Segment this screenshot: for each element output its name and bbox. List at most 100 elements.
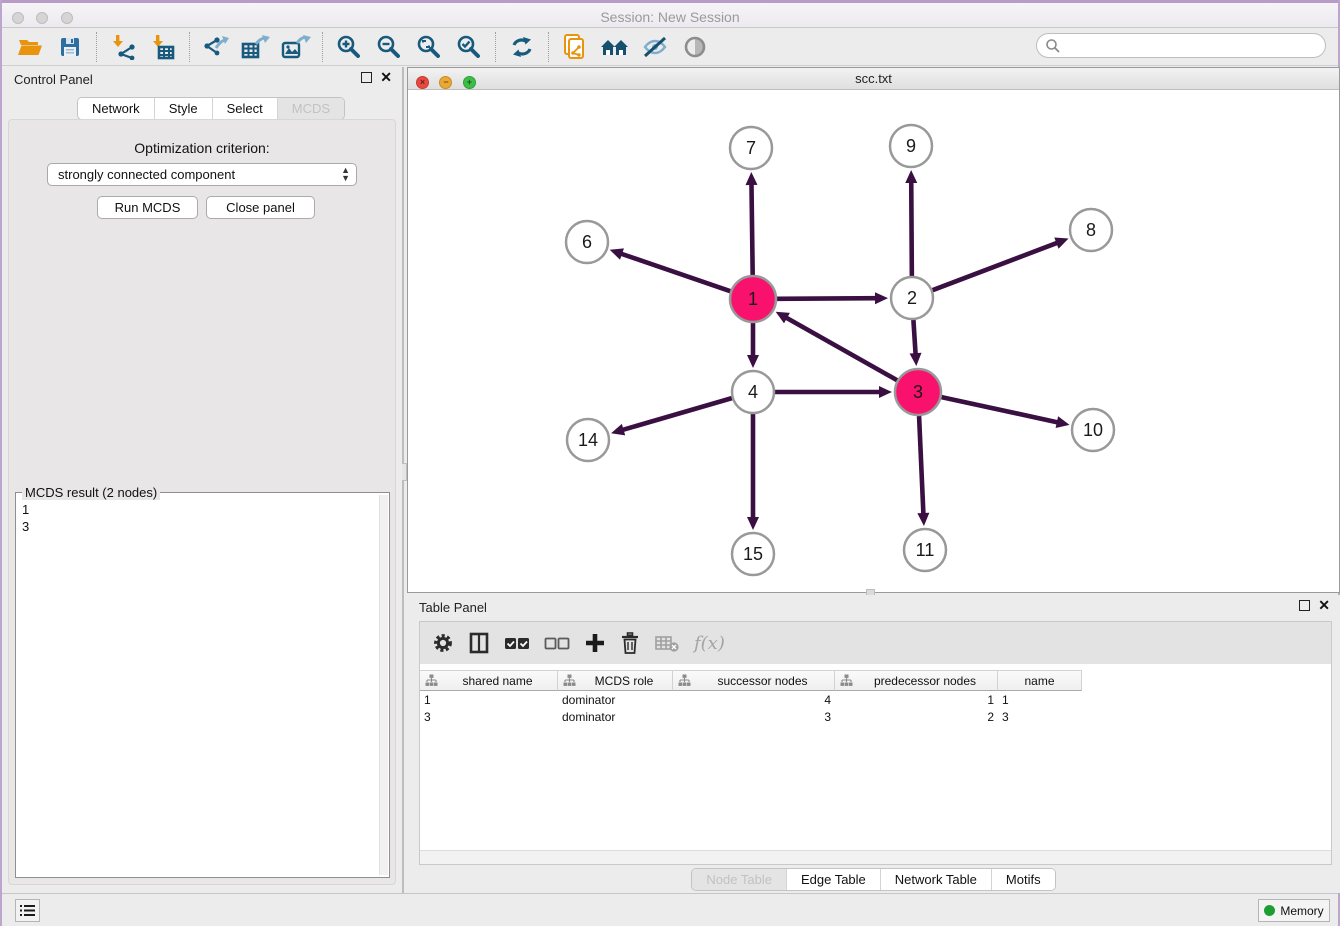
delete-table-button[interactable]	[654, 628, 680, 658]
import-table-icon	[149, 34, 177, 60]
tab-edge-table[interactable]: Edge Table	[787, 869, 881, 890]
close-panel-icon[interactable]: ✕	[1318, 600, 1330, 611]
refresh-view-button[interactable]	[502, 31, 542, 63]
zoom-selected-button[interactable]	[449, 31, 489, 63]
control-panel: Control Panel ✕ Network Style Select MCD…	[2, 67, 402, 893]
tab-node-table[interactable]: Node Table	[692, 869, 787, 890]
table-panel-title: Table Panel	[419, 600, 487, 615]
zoom-fit-button[interactable]	[409, 31, 449, 63]
table-row[interactable]: 1 dominator 4 1 1	[420, 691, 1331, 708]
table-panel: Table Panel ✕ f(x) sh	[407, 595, 1340, 893]
dropdown-value: strongly connected component	[58, 167, 235, 182]
column-header-name[interactable]: name	[998, 670, 1082, 691]
cell-successor-nodes: 3	[673, 710, 835, 724]
graph-edge-2-9[interactable]	[911, 181, 912, 276]
function-builder-button[interactable]: f(x)	[694, 628, 725, 658]
graph-edge-2-3[interactable]	[913, 320, 915, 355]
show-columns-button[interactable]	[468, 628, 490, 658]
float-panel-icon[interactable]	[361, 72, 372, 83]
search-icon	[1045, 38, 1061, 54]
cell-name: 1	[998, 693, 1082, 707]
graph-edge-2-8[interactable]	[933, 242, 1059, 290]
network-canvas[interactable]: 7968124314101511	[408, 90, 1339, 592]
table-row[interactable]: 3 dominator 3 2 3	[420, 708, 1331, 725]
add-column-button[interactable]	[584, 628, 606, 658]
search-box[interactable]	[1036, 33, 1326, 58]
toolbar-separator	[548, 32, 549, 62]
column-header-mcds-role[interactable]: MCDS role	[558, 670, 673, 691]
network-window-titlebar[interactable]: × − + scc.txt	[408, 68, 1339, 90]
eye-slash-icon	[641, 34, 669, 60]
optimization-criterion-select[interactable]: strongly connected component ▲▼	[47, 163, 357, 186]
tab-motifs[interactable]: Motifs	[992, 869, 1055, 890]
edge-arrowhead	[1056, 416, 1070, 428]
export-network-button[interactable]	[196, 31, 236, 63]
cell-name: 3	[998, 710, 1082, 724]
graph-edge-4-14[interactable]	[622, 398, 732, 430]
table-settings-button[interactable]	[432, 628, 454, 658]
graph-edge-3-10[interactable]	[941, 397, 1058, 422]
table-header-row: shared name MCDS role successor nodes pr…	[420, 670, 1331, 691]
network-window-title: scc.txt	[408, 71, 1339, 86]
hierarchy-icon	[678, 674, 691, 687]
zoom-fit-icon	[416, 34, 442, 60]
graph-node-label: 14	[578, 430, 598, 450]
table-horizontal-scrollbar[interactable]	[420, 850, 1331, 864]
save-session-button[interactable]	[50, 31, 90, 63]
open-session-button[interactable]	[10, 31, 50, 63]
edge-arrowhead	[875, 292, 888, 304]
tab-style[interactable]: Style	[155, 98, 213, 119]
zoom-in-icon	[336, 34, 362, 60]
tab-network-table[interactable]: Network Table	[881, 869, 992, 890]
hide-selected-button[interactable]	[635, 31, 675, 63]
graph-edge-1-7[interactable]	[751, 183, 752, 275]
graph-node-label: 8	[1086, 220, 1096, 240]
hierarchy-icon	[563, 674, 576, 687]
memory-button[interactable]: Memory	[1258, 899, 1330, 922]
graph-edge-1-6[interactable]	[620, 253, 730, 291]
export-image-button[interactable]	[276, 31, 316, 63]
show-all-button[interactable]	[675, 31, 715, 63]
result-scrollbar[interactable]	[379, 495, 388, 875]
search-input[interactable]	[1061, 36, 1325, 56]
float-panel-icon[interactable]	[1299, 600, 1310, 611]
export-table-button[interactable]	[236, 31, 276, 63]
close-panel-button[interactable]: Close panel	[206, 196, 315, 219]
status-bar: Memory	[2, 893, 1338, 926]
delete-column-button[interactable]	[620, 628, 640, 658]
memory-label: Memory	[1280, 904, 1323, 918]
zoom-in-button[interactable]	[329, 31, 369, 63]
deselect-all-button[interactable]	[544, 628, 570, 658]
tab-select[interactable]: Select	[213, 98, 278, 119]
edge-arrowhead	[611, 424, 625, 436]
graph-node-label: 6	[582, 232, 592, 252]
column-header-predecessor-nodes[interactable]: predecessor nodes	[835, 670, 998, 691]
hierarchy-icon	[840, 674, 853, 687]
network-view-window: × − + scc.txt 7968124314101511	[407, 67, 1340, 593]
select-all-button[interactable]	[504, 628, 530, 658]
mcds-result-box: MCDS result (2 nodes) 1 3	[15, 492, 390, 878]
close-panel-icon[interactable]: ✕	[380, 72, 392, 83]
table-panel-header: Table Panel ✕	[407, 595, 1340, 621]
duplicate-network-button[interactable]	[555, 31, 595, 63]
toolbar-separator	[96, 32, 97, 62]
graph-node-label: 11	[916, 540, 935, 560]
open-folder-icon	[17, 35, 43, 59]
table-toolbar: f(x)	[420, 622, 1331, 664]
edge-arrowhead	[917, 513, 929, 526]
window-title: Session: New Session	[2, 9, 1338, 25]
graph-edge-3-1[interactable]	[785, 317, 897, 380]
column-header-shared-name[interactable]: shared name	[420, 670, 558, 691]
task-history-button[interactable]	[15, 899, 40, 922]
tab-mcds[interactable]: MCDS	[278, 98, 344, 119]
run-mcds-button[interactable]: Run MCDS	[97, 196, 198, 219]
import-network-button[interactable]	[103, 31, 143, 63]
zoom-out-button[interactable]	[369, 31, 409, 63]
graph-edge-1-2[interactable]	[777, 298, 877, 299]
first-neighbors-button[interactable]	[595, 31, 635, 63]
column-header-successor-nodes[interactable]: successor nodes	[673, 670, 835, 691]
tab-network[interactable]: Network	[78, 98, 155, 119]
import-table-button[interactable]	[143, 31, 183, 63]
edge-arrowhead	[747, 517, 759, 530]
graph-edge-3-11[interactable]	[919, 416, 923, 515]
